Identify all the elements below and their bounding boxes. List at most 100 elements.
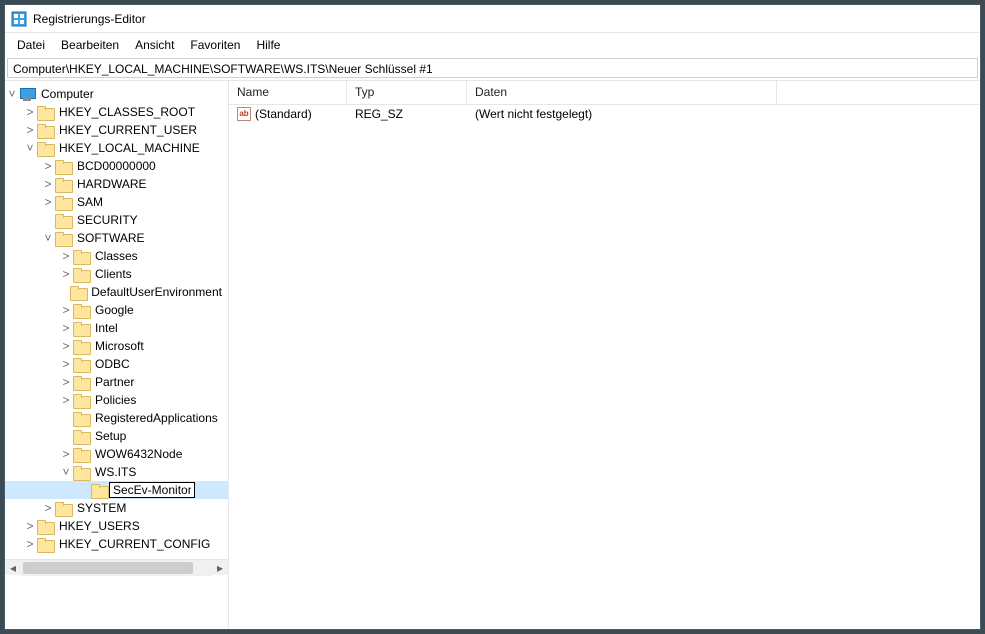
folder-icon [73,430,89,443]
chevron-down-icon[interactable]: ˅ [59,463,73,481]
tree-wow64[interactable]: >WOW6432Node [5,445,228,463]
chevron-right-icon[interactable]: > [23,517,37,535]
menu-favoriten[interactable]: Favoriten [182,36,248,54]
tree-software[interactable]: ˅ SOFTWARE [5,229,228,247]
tree-item-label: SOFTWARE [75,229,147,247]
tree-policies[interactable]: > Policies [5,391,228,409]
folder-icon [73,466,89,479]
chevron-right-icon[interactable]: > [59,391,73,409]
tree-item-label: Clients [93,265,134,283]
folder-icon [73,394,89,407]
tree-microsoft[interactable]: > Microsoft [5,337,228,355]
scroll-left-icon[interactable]: ◂ [5,560,21,576]
tree-hkcc[interactable]: >HKEY_CURRENT_CONFIG [5,535,228,553]
tree-clients[interactable]: > Clients [5,265,228,283]
menu-bearbeiten[interactable]: Bearbeiten [53,36,127,54]
values-header: Name Typ Daten [229,81,980,105]
scroll-thumb[interactable] [23,562,193,574]
chevron-right-icon[interactable]: > [59,445,73,463]
tree-setup[interactable]: >Setup [5,427,228,445]
chevron-down-icon[interactable]: ˅ [23,139,37,157]
tree-wsits[interactable]: ˅WS.ITS [5,463,228,481]
tree-hklm[interactable]: ˅HKEY_LOCAL_MACHINE [5,139,228,157]
tree-bcd[interactable]: > BCD00000000 [5,157,228,175]
folder-icon [73,358,89,371]
tree-item-label: Partner [93,373,136,391]
folder-icon [55,214,71,227]
chevron-right-icon[interactable]: > [41,175,55,193]
chevron-right-icon[interactable]: > [41,193,55,211]
values-pane[interactable]: Name Typ Daten ab(Standard)REG_SZ(Wert n… [229,81,980,629]
tree-classes[interactable]: > Classes [5,247,228,265]
chevron-right-icon[interactable]: > [59,355,73,373]
titlebar: Registrierungs-Editor [5,5,980,33]
tree-pane[interactable]: ˅Computer>HKEY_CLASSES_ROOT>HKEY_CURRENT… [5,81,229,629]
registry-editor-window: Registrierungs-Editor Datei Bearbeiten A… [4,4,981,630]
tree-system[interactable]: >SYSTEM [5,499,228,517]
tree-item-label: Computer [39,85,96,103]
folder-icon [37,520,53,533]
tree-item-label: Microsoft [93,337,146,355]
tree-sam[interactable]: > SAM [5,193,228,211]
tree-item-label: BCD00000000 [75,157,158,175]
folder-icon [70,286,85,299]
tree-hkcr[interactable]: >HKEY_CLASSES_ROOT [5,103,228,121]
folder-icon [73,250,89,263]
folder-icon [91,484,107,497]
tree-item-label: DefaultUserEnvironment [89,283,224,301]
menu-ansicht[interactable]: Ansicht [127,36,182,54]
tree-hku[interactable]: >HKEY_USERS [5,517,228,535]
menu-hilfe[interactable]: Hilfe [248,36,288,54]
folder-icon [73,304,89,317]
value-data: (Wert nicht festgelegt) [467,107,777,121]
col-data[interactable]: Daten [467,81,777,104]
app-icon [11,11,27,27]
chevron-right-icon[interactable]: > [41,157,55,175]
chevron-down-icon[interactable]: ˅ [5,85,19,103]
tree-item-label: Classes [93,247,140,265]
value-row[interactable]: ab(Standard)REG_SZ(Wert nicht festgelegt… [229,105,980,123]
menubar: Datei Bearbeiten Ansicht Favoriten Hilfe [5,33,980,57]
computer-icon [19,88,35,101]
tree-item-label: Intel [93,319,120,337]
address-bar[interactable]: Computer\HKEY_LOCAL_MACHINE\SOFTWARE\WS.… [7,58,978,78]
folder-icon [55,232,71,245]
menu-datei[interactable]: Datei [9,36,53,54]
chevron-right-icon[interactable]: > [59,337,73,355]
chevron-right-icon[interactable]: > [59,319,73,337]
tree-odbc[interactable]: >ODBC [5,355,228,373]
chevron-right-icon[interactable]: > [23,121,37,139]
tree-security[interactable]: >SECURITY [5,211,228,229]
rename-input[interactable] [109,482,195,498]
tree-hkcu[interactable]: > HKEY_CURRENT_USER [5,121,228,139]
tree-item-label: SAM [75,193,105,211]
value-name: (Standard) [255,107,312,121]
chevron-right-icon[interactable]: > [23,535,37,553]
tree-hardware[interactable]: > HARDWARE [5,175,228,193]
tree-item-label: HARDWARE [75,175,149,193]
chevron-down-icon[interactable]: ˅ [41,229,55,247]
tree-hscrollbar[interactable]: ◂ ▸ [5,559,228,575]
tree-due[interactable]: >DefaultUserEnvironment [5,283,228,301]
folder-icon [73,322,89,335]
tree-regapps[interactable]: >RegisteredApplications [5,409,228,427]
tree-intel[interactable]: > Intel [5,319,228,337]
chevron-right-icon[interactable]: > [59,265,73,283]
tree-computer[interactable]: ˅ Computer [5,85,228,103]
scroll-right-icon[interactable]: ▸ [212,560,228,576]
col-name[interactable]: Name [229,81,347,104]
tree-partner[interactable]: > Partner [5,373,228,391]
chevron-right-icon[interactable]: > [59,373,73,391]
tree-item-label: HKEY_CURRENT_USER [57,121,199,139]
chevron-right-icon[interactable]: > [41,499,55,517]
tree-google[interactable]: >Google [5,301,228,319]
tree-wsits-new[interactable]: > [5,481,228,499]
folder-icon [73,412,89,425]
string-value-icon: ab [237,107,251,121]
col-type[interactable]: Typ [347,81,467,104]
chevron-right-icon[interactable]: > [59,247,73,265]
chevron-right-icon[interactable]: > [59,301,73,319]
tree-item-label: Setup [93,427,128,445]
tree-item-label: Policies [93,391,138,409]
chevron-right-icon[interactable]: > [23,103,37,121]
